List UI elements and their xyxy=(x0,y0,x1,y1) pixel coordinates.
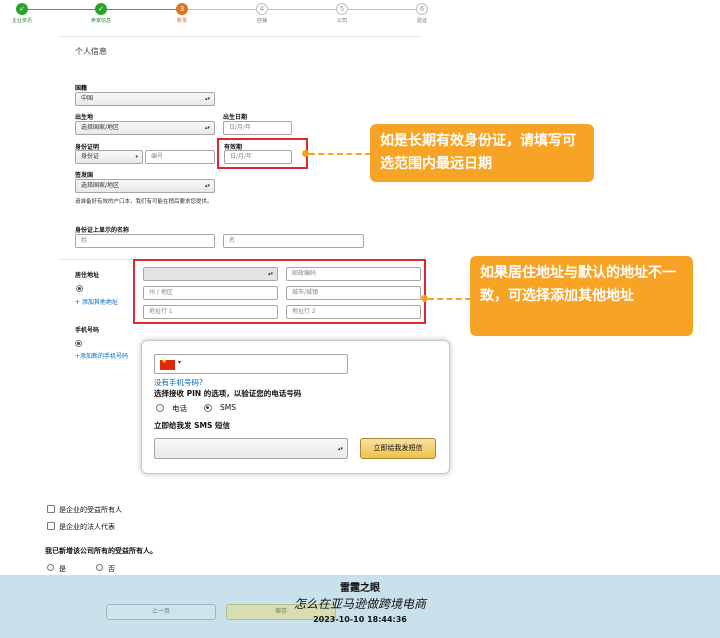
section-title: 个人信息 xyxy=(75,47,107,56)
no-phone-link[interactable]: 没有手机号码? xyxy=(154,377,203,388)
footer-slogan: 怎么在亚马逊做跨境电商 xyxy=(293,597,426,611)
no-label: 否 xyxy=(108,565,115,573)
footer-timestamp: 2023-10-10 18:44:36 xyxy=(313,615,407,624)
beneficiary-question: 我已新增该公司所有的受益所有人。 xyxy=(45,547,157,555)
expiry-callout-line xyxy=(309,153,371,155)
id-name-label: 身份证上显示的名称 xyxy=(75,227,130,234)
caret-down-icon: ▾ xyxy=(135,154,138,160)
phone-label: 手机号码 xyxy=(75,327,100,334)
expiry-callout: 如是长期有效身份证，请填写可选范围内最远日期 xyxy=(370,124,594,182)
step-3-dot: 3 xyxy=(176,3,188,15)
call-option-radio[interactable] xyxy=(156,404,164,412)
birthplace-label: 出生地 xyxy=(75,114,94,121)
address-label: 居住地址 xyxy=(75,272,100,279)
progress-line xyxy=(22,9,98,10)
issuing-country-label: 签发国 xyxy=(75,172,94,179)
id-number-placeholder: 编号 xyxy=(151,153,164,160)
call-option-label: 电话 xyxy=(172,404,187,413)
last-name-input[interactable]: 姓 xyxy=(75,234,215,248)
divider xyxy=(60,36,420,37)
birthdate-placeholder: 日/月/年 xyxy=(229,124,252,131)
first-name-placeholder: 名 xyxy=(229,237,236,244)
select-caret-icon: ▴▾ xyxy=(204,183,210,189)
sms-option-radio[interactable] xyxy=(204,404,212,412)
birthdate-input[interactable]: 日/月/年 xyxy=(223,121,292,135)
step-4-dot: 4 xyxy=(256,3,268,15)
progress-line xyxy=(182,9,422,10)
birthplace-select[interactable]: 选择国家/地区 ▴▾ xyxy=(75,121,215,135)
id-type-select[interactable]: 身份证 ▾ xyxy=(75,150,143,164)
address-radio[interactable] xyxy=(76,285,83,292)
nationality-value: 中国 xyxy=(81,95,94,102)
add-address-link[interactable]: + 添加其他地址 xyxy=(75,297,118,306)
country-code-caret-icon[interactable]: ▾ xyxy=(178,359,181,366)
select-caret-icon: ▴▾ xyxy=(337,446,343,452)
china-flag-icon: ★ xyxy=(160,357,175,370)
beneficial-owner-checkbox[interactable] xyxy=(47,505,55,513)
step-1-label: 企业资讯 xyxy=(11,18,32,24)
issuing-country-select[interactable]: 选择国家/地区 ▴▾ xyxy=(75,179,215,193)
birthplace-value: 选择国家/地区 xyxy=(81,124,120,131)
step-6-dot: 6 xyxy=(416,3,428,15)
watermark-footer: 上一页 保存 雷霆之眼 怎么在亚马逊做跨境电商 2023-10-10 18:44… xyxy=(0,575,720,638)
nationality-label: 国籍 xyxy=(75,85,88,92)
yes-radio[interactable] xyxy=(47,564,54,571)
address-callout: 如果居住地址与默认的地址不一致，可选择添加其他地址 xyxy=(470,256,693,336)
step-6-label: 验证 xyxy=(416,18,427,24)
send-sms-title: 立即给我发 SMS 短信 xyxy=(154,421,230,430)
sms-option-label: SMS xyxy=(220,403,236,412)
progress-line xyxy=(98,9,182,10)
phone-number-input[interactable]: ★ ▾ xyxy=(154,354,348,374)
select-caret-icon: ▴▾ xyxy=(204,125,210,131)
id-type-value: 身份证 xyxy=(81,153,100,160)
last-name-placeholder: 姓 xyxy=(81,237,88,244)
first-name-input[interactable]: 名 xyxy=(223,234,364,248)
id-note: 请准备好有效的户口本，我们有可能在稍后要求您提供。 xyxy=(75,199,213,205)
phone-verification-popup: ★ ▾ 没有手机号码? 选择接收 PIN 的选项，以验证您的电话号码 电话 SM… xyxy=(141,340,450,474)
issuing-country-value: 选择国家/地区 xyxy=(81,182,120,189)
expiry-highlight-box xyxy=(217,138,308,169)
footer-brand: 雷霆之眼 xyxy=(340,583,380,594)
step-2-check-icon: ✓ xyxy=(95,3,107,15)
sms-language-select[interactable]: ▴▾ xyxy=(154,438,348,459)
step-3-label: 账单 xyxy=(176,18,187,24)
step-1-check-icon: ✓ xyxy=(16,3,28,15)
yes-label: 是 xyxy=(59,565,66,573)
address-callout-dot xyxy=(421,295,428,302)
nationality-select[interactable]: 中国 ▴▾ xyxy=(75,92,215,106)
birthdate-label: 出生日期 xyxy=(223,114,248,121)
pin-prompt: 选择接收 PIN 的选项，以验证您的电话号码 xyxy=(154,389,302,398)
no-radio[interactable] xyxy=(96,564,103,571)
phone-radio[interactable] xyxy=(75,340,82,347)
select-caret-icon: ▴▾ xyxy=(204,96,210,102)
step-5-dot: 5 xyxy=(336,3,348,15)
legal-rep-checkbox[interactable] xyxy=(47,522,55,530)
send-sms-button[interactable]: 立即给我发短信 xyxy=(360,438,436,459)
step-5-label: 公司 xyxy=(336,18,347,24)
expiry-callout-dot xyxy=(302,150,309,157)
step-4-label: 店铺 xyxy=(256,18,267,24)
legal-rep-label: 是企业的法人代表 xyxy=(59,523,115,531)
add-phone-link[interactable]: +添加新的手机号码 xyxy=(75,351,128,360)
step-2-label: 卖家信息 xyxy=(90,18,111,24)
address-highlight-box xyxy=(133,259,426,324)
id-number-input[interactable]: 编号 xyxy=(145,150,215,164)
address-callout-line xyxy=(428,298,471,300)
beneficial-owner-label: 是企业的受益所有人 xyxy=(59,506,122,514)
